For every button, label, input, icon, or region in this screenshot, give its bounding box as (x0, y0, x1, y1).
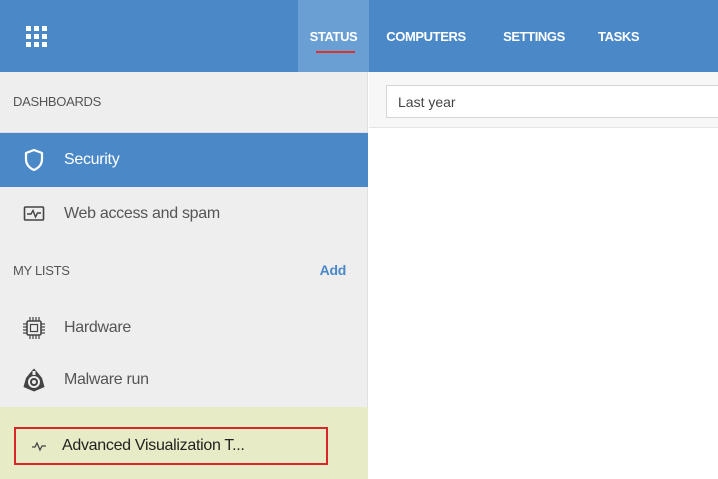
top-navigation-bar: STATUS COMPUTERS SETTINGS TASKS (0, 0, 718, 72)
tab-computers[interactable]: COMPUTERS (369, 0, 483, 72)
main-tabs: STATUS COMPUTERS SETTINGS TASKS (298, 0, 645, 72)
shield-icon (0, 133, 64, 187)
sidebar-item-web-access-and-spam[interactable]: Web access and spam (0, 187, 368, 241)
filter-bar (369, 72, 718, 128)
sidebar-item-label: Web access and spam (64, 205, 220, 222)
sidebar-item-malware-run[interactable]: Malware run (0, 353, 368, 407)
grid-icon (25, 25, 47, 47)
my-lists-header: MY LISTS Add (0, 260, 368, 280)
tab-status[interactable]: STATUS (298, 0, 369, 72)
apps-menu-button[interactable] (0, 0, 72, 72)
tab-tasks-label: TASKS (598, 28, 640, 44)
tab-status-label: STATUS (309, 28, 358, 44)
pulse-icon (16, 440, 62, 452)
sidebar: DASHBOARDS Security Web access and spam … (0, 72, 368, 479)
sidebar-item-security[interactable]: Security (0, 133, 368, 187)
dashboards-header: DASHBOARDS (0, 91, 368, 111)
date-range-input[interactable] (386, 85, 718, 118)
sidebar-item-label: Security (64, 151, 120, 168)
tab-tasks[interactable]: TASKS (585, 0, 645, 72)
my-lists-header-label: MY LISTS (13, 262, 70, 278)
chip-icon (0, 301, 64, 355)
sidebar-item-hardware[interactable]: Hardware (0, 301, 368, 355)
dashboards-header-label: DASHBOARDS (13, 93, 102, 109)
active-tab-underline (316, 51, 355, 53)
tab-settings[interactable]: SETTINGS (483, 0, 585, 72)
tab-settings-label: SETTINGS (503, 28, 565, 44)
main-content-area (369, 129, 718, 479)
sidebar-item-label: Hardware (64, 319, 131, 336)
malware-icon (0, 353, 64, 407)
sidebar-item-label: Malware run (64, 371, 149, 388)
activity-monitor-icon (0, 187, 64, 241)
sidebar-item-advanced-visualization[interactable]: Advanced Visualization T... (14, 427, 328, 465)
add-list-button[interactable]: Add (320, 262, 347, 278)
tab-computers-label: COMPUTERS (386, 28, 466, 44)
sidebar-item-label: Advanced Visualization T... (62, 437, 245, 454)
